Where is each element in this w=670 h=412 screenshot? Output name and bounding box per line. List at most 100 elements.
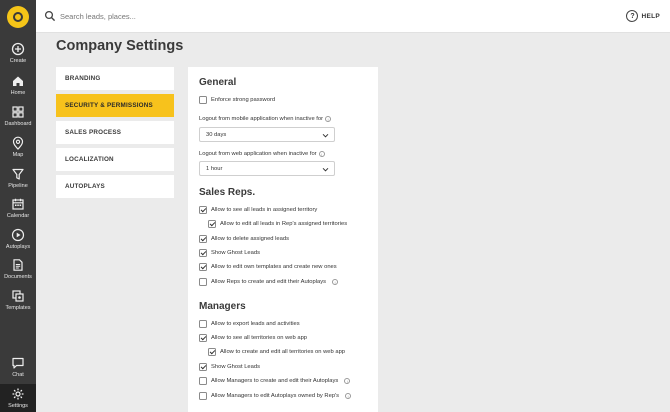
help-label: HELP	[641, 12, 660, 20]
settings-panel: General Enforce strong password Logout f…	[188, 67, 378, 412]
calendar-icon	[12, 198, 24, 210]
manager-option[interactable]: Allow Managers to edit Autoplays owned b…	[199, 392, 352, 400]
nav-label-autoplays: Autoplays	[5, 244, 31, 250]
manager-option[interactable]: Allow to create and edit all territories…	[208, 348, 345, 356]
nav-dashboard[interactable]: Dashboard	[0, 105, 36, 135]
search-icon	[44, 10, 56, 22]
nav-map[interactable]: Map	[0, 136, 36, 166]
page-title: Company Settings	[56, 38, 184, 54]
manager-option[interactable]: Show Ghost Leads	[199, 363, 260, 371]
sales-rep-checkbox[interactable]	[199, 206, 207, 214]
sales-rep-option-label: Allow to edit all leads in Rep's assigne…	[220, 221, 348, 227]
sales-rep-option[interactable]: Show Ghost Leads	[199, 249, 260, 257]
dashboard-icon	[12, 106, 24, 118]
nav-label-home: Home	[10, 90, 26, 96]
web-logout-value: 1 hour	[206, 165, 223, 172]
chevron-down-icon	[322, 133, 329, 138]
home-icon	[13, 76, 23, 86]
nav-label-pipeline: Pipeline	[8, 183, 28, 189]
nav-create[interactable]: Create	[0, 42, 36, 72]
nav-autoplays[interactable]: Autoplays	[0, 228, 36, 258]
manager-option-label: Allow to export leads and activities	[211, 321, 300, 327]
sales-rep-option[interactable]: Allow Reps to create and edit their Auto…	[199, 278, 339, 286]
nav-label-documents: Documents	[4, 274, 32, 280]
section-title-general: General	[199, 77, 237, 88]
nav-pipeline[interactable]: Pipeline	[0, 167, 36, 197]
manager-option[interactable]: Allow Managers to create and edit their …	[199, 377, 351, 385]
sales-rep-option-label: Allow to edit own templates and create n…	[211, 264, 337, 270]
document-icon	[13, 259, 23, 271]
info-icon: i	[345, 393, 352, 399]
nav-label-calendar: Calendar	[6, 213, 30, 219]
nav-chat[interactable]: Chat	[0, 356, 36, 386]
manager-checkbox[interactable]	[199, 334, 207, 342]
nav-home[interactable]: Home	[0, 74, 36, 104]
manager-option-label: Allow to see all territories on web app	[211, 335, 308, 341]
section-title-managers: Managers	[199, 301, 246, 312]
sales-rep-option-label: Allow to delete assigned leads	[211, 236, 289, 242]
sales-rep-option[interactable]: Allow to see all leads in assigned terri…	[199, 206, 317, 214]
web-logout-label: Logout from web application when inactiv…	[199, 151, 317, 157]
web-logout-label-wrap: Logout from web application when inactiv…	[199, 151, 325, 157]
manager-option[interactable]: Allow to see all territories on web app	[199, 334, 307, 342]
mobile-logout-label: Logout from mobile application when inac…	[199, 116, 324, 122]
manager-checkbox[interactable]	[208, 348, 216, 356]
chat-icon	[12, 357, 24, 369]
nav-settings[interactable]: Settings	[0, 384, 36, 412]
manager-checkbox[interactable]	[199, 392, 207, 400]
nav-documents[interactable]: Documents	[0, 258, 36, 288]
question-icon: ?	[626, 10, 639, 22]
enforce-password-option[interactable]: Enforce strong password	[199, 96, 275, 104]
info-icon: i	[344, 378, 351, 384]
manager-checkbox[interactable]	[199, 377, 207, 385]
funnel-icon	[12, 168, 24, 180]
top-bar: ? HELP	[36, 0, 670, 33]
tab-branding[interactable]: BRANDING	[56, 67, 174, 90]
enforce-password-label: Enforce strong password	[211, 97, 276, 103]
enforce-password-checkbox[interactable]	[199, 96, 207, 104]
manager-option[interactable]: Allow to export leads and activities	[199, 320, 300, 328]
nav-label-dashboard: Dashboard	[4, 121, 32, 127]
map-pin-icon	[12, 136, 24, 150]
sales-rep-option-label: Allow Reps to create and edit their Auto…	[211, 279, 327, 285]
manager-checkbox[interactable]	[199, 320, 207, 328]
left-nav-rail: Create Home Dashboard Map Pipeline Calen…	[0, 0, 36, 412]
sales-rep-checkbox[interactable]	[199, 249, 207, 257]
plus-circle-icon	[11, 42, 25, 56]
gear-icon	[12, 388, 24, 400]
tab-sales-process[interactable]: SALES PROCESS	[56, 121, 174, 144]
manager-option-label: Allow to create and edit all territories…	[220, 349, 346, 355]
nav-calendar[interactable]: Calendar	[0, 197, 36, 227]
sales-rep-option[interactable]: Allow to edit all leads in Rep's assigne…	[208, 220, 347, 228]
nav-label-templates: Templates	[5, 305, 31, 311]
app-logo[interactable]	[7, 6, 29, 28]
nav-templates[interactable]: Templates	[0, 289, 36, 319]
nav-label-map: Map	[12, 152, 24, 158]
sales-rep-option[interactable]: Allow to delete assigned leads	[199, 235, 289, 243]
templates-icon	[12, 290, 24, 302]
nav-label-create: Create	[9, 58, 27, 64]
nav-label-chat: Chat	[12, 372, 24, 378]
info-icon: i	[325, 116, 332, 122]
help-button[interactable]: ? HELP	[626, 10, 660, 22]
sales-rep-checkbox[interactable]	[208, 220, 216, 228]
section-title-sales-reps: Sales Reps.	[199, 187, 256, 198]
manager-option-label: Show Ghost Leads	[211, 364, 260, 370]
tab-autoplays[interactable]: AUTOPLAYS	[56, 175, 174, 198]
sales-rep-option-label: Allow to see all leads in assigned terri…	[211, 207, 318, 213]
web-logout-select[interactable]: 1 hour	[199, 161, 335, 176]
tab-security-permissions[interactable]: SECURITY & PERMISSIONS	[56, 94, 174, 117]
sales-rep-option[interactable]: Allow to edit own templates and create n…	[199, 263, 337, 271]
sales-rep-checkbox[interactable]	[199, 263, 207, 271]
mobile-logout-select[interactable]: 30 days	[199, 127, 335, 142]
manager-checkbox[interactable]	[199, 363, 207, 371]
search-input[interactable]	[60, 9, 360, 24]
manager-option-label: Allow Managers to create and edit their …	[211, 378, 339, 384]
play-circle-icon	[11, 228, 25, 242]
tab-localization[interactable]: LOCALIZATION	[56, 148, 174, 171]
sales-rep-checkbox[interactable]	[199, 235, 207, 243]
mobile-logout-value: 30 days	[206, 131, 227, 138]
mobile-logout-label-wrap: Logout from mobile application when inac…	[199, 116, 332, 122]
sales-rep-checkbox[interactable]	[199, 278, 207, 286]
chevron-down-icon	[322, 167, 329, 172]
